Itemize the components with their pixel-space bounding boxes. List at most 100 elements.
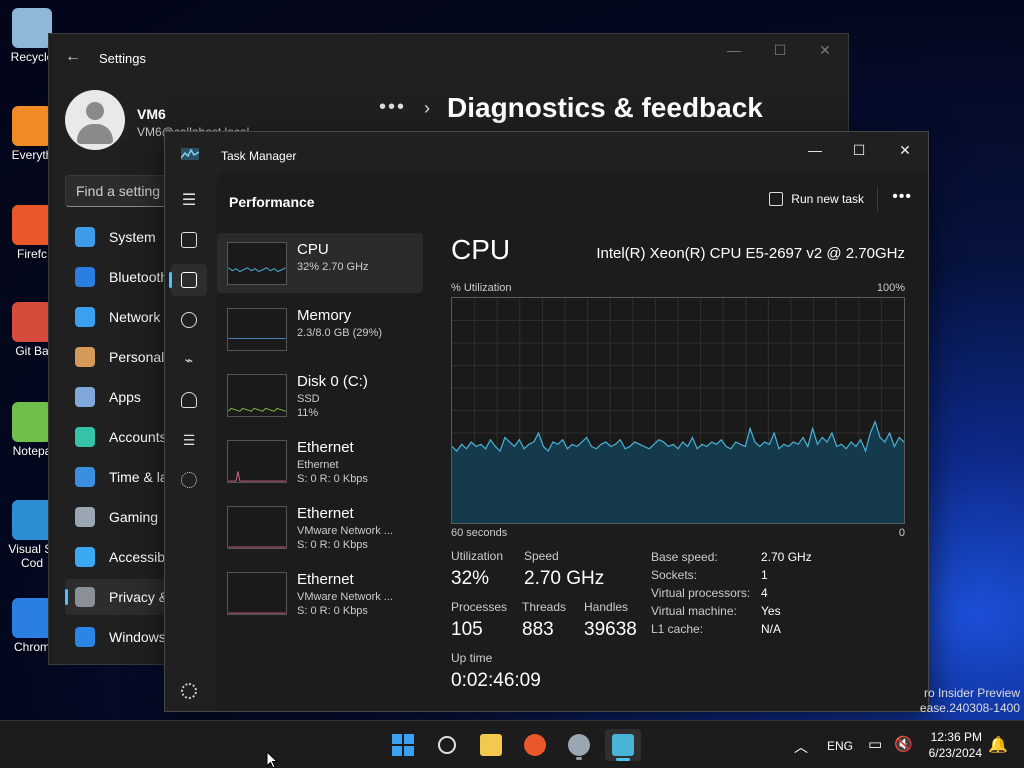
spec-value: 2.70 GHz	[761, 550, 812, 564]
minimize-icon[interactable]: —	[719, 42, 749, 58]
services-icon[interactable]	[171, 464, 207, 496]
start-button[interactable]	[385, 729, 421, 761]
desktop-app-icon	[12, 302, 52, 342]
settings-gear-icon[interactable]	[181, 683, 197, 699]
details-icon[interactable]: ☰	[171, 424, 207, 456]
task-manager-button[interactable]	[605, 729, 641, 761]
resource-thumbnail-graph	[227, 506, 287, 549]
resource-detail-line-2: S: 0 R: 0 Kbps	[297, 605, 368, 617]
header-divider	[877, 186, 878, 212]
task-manager-title: Task Manager	[221, 149, 297, 163]
update-icon	[75, 627, 95, 647]
close-icon[interactable]: ✕	[810, 42, 840, 59]
accessibility-icon	[75, 547, 95, 567]
more-options-button[interactable]: •••	[892, 188, 912, 206]
resource-name: Memory	[297, 307, 352, 324]
search-icon	[438, 736, 456, 754]
processes-icon[interactable]	[171, 224, 207, 256]
threads-label: Threads	[522, 600, 567, 614]
resource-item[interactable]: Ethernet Ethernet S: 0 R: 0 Kbps	[217, 431, 423, 491]
spec-key: Sockets:	[651, 568, 698, 582]
startup-apps-icon[interactable]: ⌁	[171, 344, 207, 376]
handles-label: Handles	[584, 600, 629, 614]
task-manager-window: Task Manager — ☐ ✕ ☰ ⌁ ☰ Performance Run…	[164, 131, 929, 712]
run-new-task-button[interactable]: Run new task	[769, 192, 864, 206]
minimize-icon[interactable]: —	[793, 136, 837, 164]
language-indicator[interactable]: ENG	[827, 739, 853, 753]
utilization-axis-label: % Utilization	[451, 282, 512, 294]
resource-detail-line-2: 11%	[297, 407, 319, 419]
watermark-line-1: ro Insider Preview	[923, 686, 1020, 700]
resource-thumbnail-graph	[227, 374, 287, 417]
spec-value: N/A	[761, 622, 782, 636]
shield-icon	[75, 587, 95, 607]
maximize-icon[interactable]: ☐	[837, 136, 881, 164]
start-icon	[392, 734, 414, 756]
settings-button[interactable]	[561, 729, 597, 761]
breadcrumb-more-button[interactable]: •••	[379, 96, 406, 119]
settings-titlebar: ← Settings — ☐ ✕	[49, 34, 848, 82]
task-manager-nav-rail: ☰ ⌁ ☰	[165, 172, 213, 711]
section-title: Performance	[229, 194, 315, 210]
detail-title: CPU	[451, 234, 511, 265]
graph-zero-label: 0	[898, 527, 905, 539]
search-button[interactable]	[429, 729, 465, 761]
sidebar-item-label: Windows	[109, 629, 166, 645]
apps-icon	[75, 387, 95, 407]
avatar[interactable]	[65, 90, 125, 150]
processes-label: Processes	[451, 600, 508, 614]
network-icon	[75, 307, 95, 327]
speed-label: Speed	[524, 549, 559, 563]
resource-name: Ethernet	[297, 505, 354, 522]
utilization-max-label: 100%	[876, 282, 905, 294]
resource-detail-line-1: VMware Network ...	[297, 525, 393, 537]
system-icon	[75, 227, 95, 247]
utilization-label: Utilization	[451, 549, 504, 563]
resource-item[interactable]: Memory 2.3/8.0 GB (29%)	[217, 299, 423, 359]
resource-item[interactable]: Disk 0 (C:) SSD 11%	[217, 365, 423, 425]
taskbar: ︿ ENG ▭ 🔇 12:36 PM 6/23/2024 🔔	[0, 720, 1024, 768]
sidebar-item-label: Gaming	[109, 509, 159, 525]
resource-detail-line-1: VMware Network ...	[297, 591, 393, 603]
resource-item[interactable]: CPU 32% 2.70 GHz	[217, 233, 423, 293]
breadcrumb-chevron-icon: ›	[424, 98, 430, 118]
brush-icon	[75, 347, 95, 367]
run-task-icon	[769, 192, 784, 206]
sidebar-item-label: System	[109, 229, 156, 245]
performance-icon[interactable]	[169, 264, 207, 296]
maximize-icon[interactable]: ☐	[765, 42, 795, 59]
sidebar-item-label: Accessibi	[109, 549, 169, 565]
resource-item[interactable]: Ethernet VMware Network ... S: 0 R: 0 Kbps	[217, 497, 423, 557]
app-history-icon[interactable]	[171, 304, 207, 336]
hamburger-menu-icon[interactable]: ☰	[171, 184, 207, 216]
file-explorer-button[interactable]	[473, 729, 509, 761]
resource-thumbnail-graph	[227, 308, 287, 351]
volume-muted-icon[interactable]: 🔇	[894, 735, 913, 753]
clock-date: 6/23/2024	[928, 746, 982, 760]
resource-detail-line-1: 32% 2.70 GHz	[297, 261, 369, 273]
notification-bell-icon[interactable]: 🔔	[988, 735, 1008, 755]
handles-value: 39638	[584, 619, 637, 640]
firefox-button[interactable]	[517, 729, 553, 761]
resource-list: CPU 32% 2.70 GHz Memory 2.3/8.0 GB (29%) Dis…	[217, 233, 423, 629]
desktop-app-icon	[12, 106, 52, 146]
task-manager-app-icon	[181, 148, 199, 160]
desktop-app-icon	[12, 500, 52, 540]
resource-thumbnail-line	[228, 407, 286, 412]
sidebar-item-label: Network	[109, 309, 161, 325]
graph-time-label: 60 seconds	[451, 527, 508, 539]
uptime-value: 0:02:46:09	[451, 670, 541, 691]
resource-detail-line-1: SSD	[297, 393, 320, 405]
chevron-up-icon[interactable]: ︿	[794, 737, 808, 757]
close-icon[interactable]: ✕	[883, 136, 927, 164]
mouse-cursor	[266, 751, 278, 768]
network-icon[interactable]: ▭	[868, 735, 882, 753]
clock[interactable]: 12:36 PM 6/23/2024	[924, 729, 982, 761]
resource-name: Ethernet	[297, 571, 354, 588]
sidebar-item-label: Personali	[109, 349, 168, 365]
resource-thumbnail-graph	[227, 572, 287, 615]
back-arrow-icon[interactable]: ←	[65, 48, 81, 66]
threads-value: 883	[522, 619, 554, 640]
resource-item[interactable]: Ethernet VMware Network ... S: 0 R: 0 Kbps	[217, 563, 423, 623]
users-icon[interactable]	[171, 384, 207, 416]
